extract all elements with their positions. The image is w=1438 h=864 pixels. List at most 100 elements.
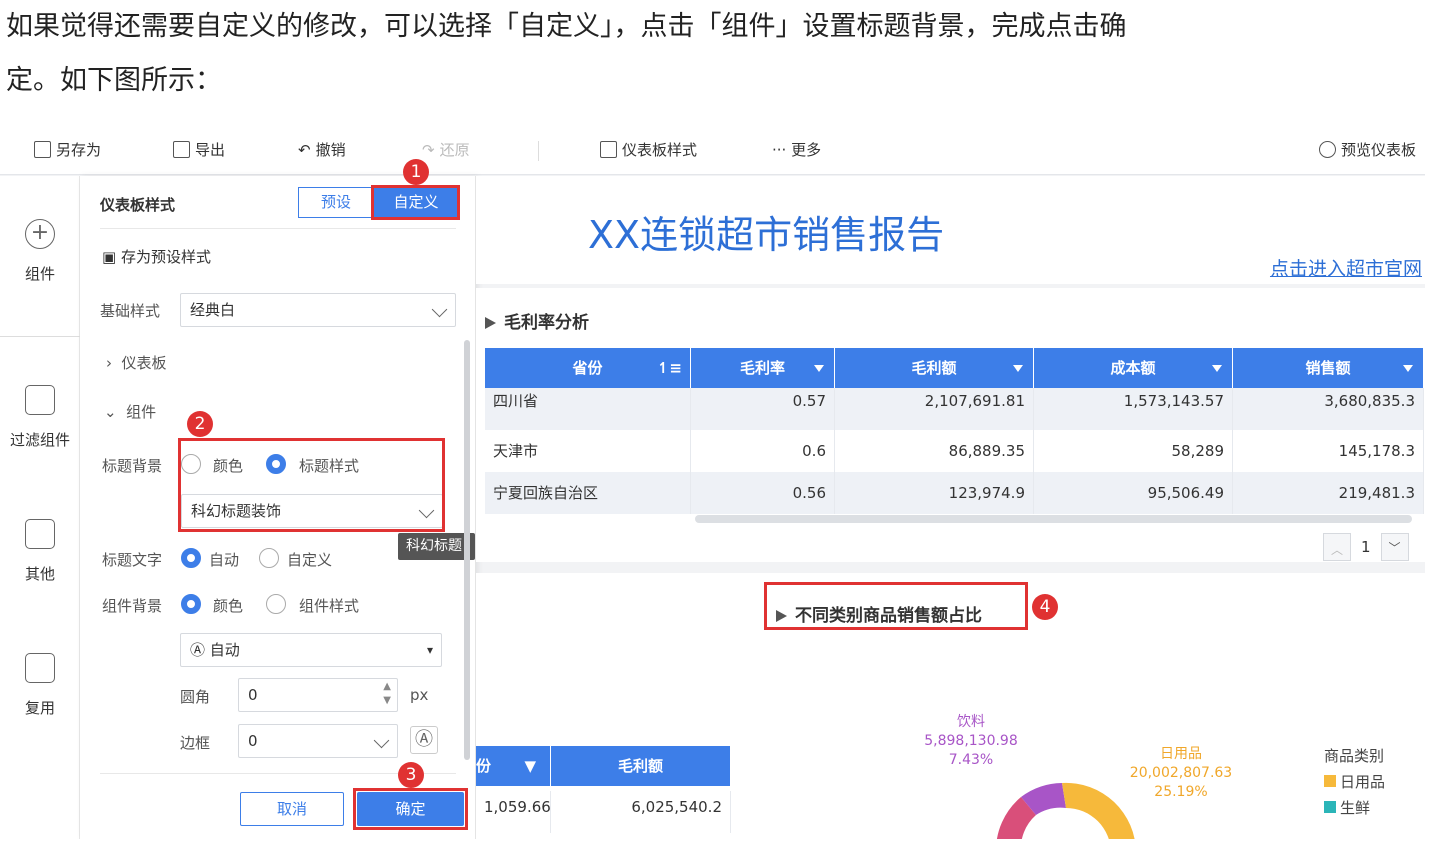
legend-swatch (1324, 775, 1336, 787)
dropdown-icon[interactable] (814, 365, 824, 372)
stepper-icon[interactable]: ▲ ▼ (383, 680, 391, 708)
title-text-auto-radio[interactable] (181, 548, 201, 568)
cell: 四川省 (485, 388, 691, 430)
cancel-button[interactable]: 取消 (240, 792, 344, 826)
sub-col-2-label: 毛利额 (617, 757, 663, 775)
supermarket-link[interactable]: 点击进入超市官网 (1270, 254, 1422, 281)
panel-divider (100, 228, 456, 229)
radius-input[interactable]: 0 ▲ ▼ (238, 678, 398, 712)
col-margin[interactable]: 毛利额 (835, 348, 1034, 388)
sidebar-item-other[interactable]: 其他 (0, 519, 80, 584)
preset-tab[interactable]: 预设 (298, 187, 374, 218)
sidebar-item-filter[interactable]: 过滤组件 (0, 385, 80, 450)
legend-title: 商品类别 (1324, 747, 1385, 765)
sidebar-item-components[interactable]: + 组件 (0, 219, 80, 284)
save-preset-link[interactable]: ▣ 存为预设样式 (102, 246, 211, 267)
highlight-box-1 (371, 185, 460, 220)
step-badge-4: 4 (1032, 594, 1058, 620)
cell: 123,974.9 (835, 472, 1034, 514)
legend-item[interactable]: 日用品 (1324, 769, 1385, 795)
intro-line-2: 定。如下图所示： (6, 65, 222, 96)
next-page-button[interactable]: ﹀ (1380, 533, 1409, 561)
auto-color-select[interactable]: Ⓐ 自动 ▾ (180, 633, 442, 667)
border-select[interactable]: 0 (238, 724, 398, 758)
base-style-value: 经典白 (190, 301, 236, 319)
cell: 58,289 (1034, 430, 1233, 472)
export-button[interactable]: 导出 (173, 139, 225, 160)
sub-col-1[interactable]: 份 ▼ (476, 746, 551, 786)
plus-icon: + (25, 219, 55, 249)
card-title-margin: 毛利率分析 (485, 308, 589, 333)
dropdown-icon[interactable] (1013, 365, 1023, 372)
comp-bg-style-label: 组件样式 (299, 597, 360, 615)
sub-col-1-label: 份 (476, 757, 492, 775)
auto-a-icon: Ⓐ (190, 641, 210, 659)
table-h-scrollbar[interactable] (695, 515, 1412, 523)
filter-icon[interactable]: ▼ (524, 746, 536, 786)
table-row[interactable]: 天津市 0.6 86,889.35 58,289 145,178.3 (485, 430, 1424, 472)
save-icon (34, 141, 51, 158)
col-sales-label: 销售额 (1305, 359, 1351, 377)
col-cost[interactable]: 成本额 (1034, 348, 1233, 388)
border-color-icon[interactable]: Ⓐ (410, 726, 438, 754)
sort-icon[interactable]: ↿≡ (657, 348, 682, 388)
undo-label: 撤销 (315, 141, 346, 159)
prev-page-button[interactable]: ︿ (1323, 533, 1351, 561)
style-icon (600, 141, 617, 158)
col-sales[interactable]: 销售额 (1233, 348, 1424, 388)
component-section-toggle[interactable]: ⌄ 组件 (104, 401, 156, 422)
sidebar-label-other: 其他 (24, 565, 55, 583)
table-row[interactable]: 1,059.66 6,025,540.2 (476, 791, 731, 833)
redo-button[interactable]: ↷ 还原 (422, 139, 470, 160)
highlight-box-4 (764, 582, 1028, 630)
save-preset-label: 存为预设样式 (120, 248, 211, 266)
sub-col-2[interactable]: 毛利额 (551, 746, 731, 786)
table-row[interactable]: 宁夏回族自治区 0.56 123,974.9 95,506.49 219,481… (485, 472, 1424, 514)
export-icon (173, 141, 190, 158)
export-label: 导出 (195, 141, 226, 159)
col-margin-rate[interactable]: 毛利率 (691, 348, 835, 388)
margin-analysis-card: 毛利率分析 省份 ↿≡ 毛利率 毛利额 成本额 销售额 四川省 0.57 2,10… (476, 288, 1425, 562)
preview-button[interactable]: 预览仪表板 (1319, 139, 1416, 160)
panel-scrollbar[interactable] (464, 340, 470, 760)
chevron-right-icon: › (106, 354, 122, 372)
step-badge-1: 1 (403, 159, 429, 185)
cell: 6,025,540.2 (551, 791, 731, 833)
legend-item[interactable]: 生鲜 (1324, 795, 1385, 821)
title-text-custom-radio[interactable] (259, 548, 279, 568)
cell: 0.56 (691, 472, 835, 514)
col-margin-label: 毛利额 (911, 359, 957, 377)
dashboard-title-card: XX连锁超市销售报告 点击进入超市官网 (476, 176, 1425, 284)
chart-legend: 商品类别 日用品 生鲜 (1324, 743, 1385, 821)
save-as-button[interactable]: 另存为 (34, 139, 101, 160)
col-province-label: 省份 (572, 359, 603, 377)
border-value: 0 (248, 732, 258, 750)
table-row[interactable]: 四川省 0.57 2,107,691.81 1,573,143.57 3,680… (485, 388, 1424, 430)
more-button[interactable]: ··· 更多 (772, 139, 821, 160)
comp-bg-label: 组件背景 (102, 597, 163, 615)
base-style-select[interactable]: 经典白 (180, 293, 456, 327)
intro-text: 如果觉得还需要自定义的修改，可以选择「自定义」，点击「组件」设置标题背景，完成点… (6, 0, 1426, 108)
comp-bg-color-label: 颜色 (213, 597, 244, 615)
sidebar-item-reuse[interactable]: 复用 (0, 653, 80, 718)
dashboard-section-toggle[interactable]: › 仪表板 (106, 352, 167, 373)
label-drink-pct: 7.43% (948, 752, 994, 768)
chevron-up-icon: ︿ (1331, 543, 1344, 557)
cell: 天津市 (485, 430, 691, 472)
cell: 145,178.3 (1233, 430, 1424, 472)
comp-bg-color-radio[interactable] (181, 594, 201, 614)
dropdown-icon[interactable] (1212, 365, 1222, 372)
dropdown-icon[interactable] (1403, 365, 1413, 372)
sidebar-label-reuse: 复用 (24, 699, 55, 717)
dashboard-style-button[interactable]: 仪表板样式 (600, 139, 697, 160)
screenshot-frame: 另存为 导出 ↶ 撤销 ↷ 还原 仪表板样式 ··· 更多 预览仪表板 + 组件 过滤… (0, 125, 1425, 839)
legend-swatch (1324, 801, 1336, 813)
chevron-down-icon (373, 732, 390, 749)
cell: 86,889.35 (835, 430, 1034, 472)
comp-bg-style-radio[interactable] (266, 594, 286, 614)
cube-icon (25, 385, 55, 415)
cell: 0.57 (691, 388, 835, 430)
col-province[interactable]: 省份 ↿≡ (485, 348, 691, 388)
cell: 219,481.3 (1233, 472, 1424, 514)
undo-button[interactable]: ↶ 撤销 (298, 139, 346, 160)
